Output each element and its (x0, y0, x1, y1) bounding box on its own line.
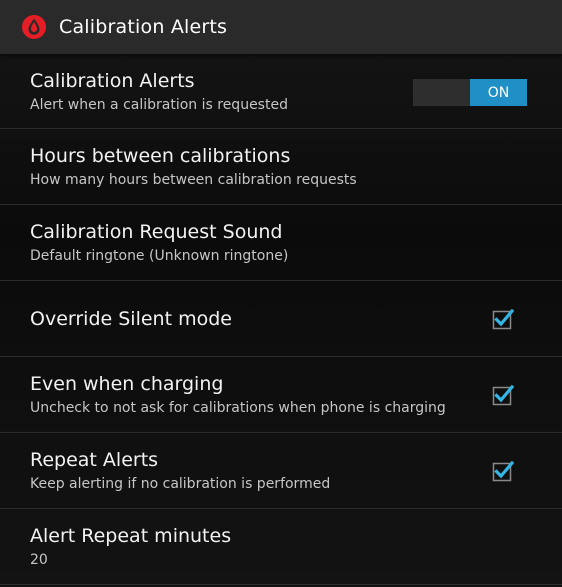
pref-override-silent-mode[interactable]: Override Silent mode (0, 281, 562, 357)
pref-summary: Alert when a calibration is requested (30, 96, 288, 113)
checkmark-icon (492, 384, 515, 405)
pref-title: Repeat Alerts (30, 449, 159, 471)
even-when-charging-checkbox[interactable] (492, 384, 515, 406)
toggle-on-label: ON (470, 79, 527, 106)
pref-alert-repeat-minutes[interactable]: Alert Repeat minutes 20 (0, 509, 562, 585)
pref-title: Calibration Alerts (30, 69, 195, 92)
page-title: Calibration Alerts (59, 16, 228, 38)
action-bar: Calibration Alerts (0, 0, 562, 54)
pref-text: Hours between calibrations How many hour… (30, 144, 462, 189)
pref-title: Calibration Request Sound (30, 221, 283, 243)
pref-even-when-charging[interactable]: Even when charging Uncheck to not ask fo… (0, 357, 562, 433)
pref-text: Calibration Alerts Alert when a calibrat… (30, 69, 462, 114)
pref-summary: Keep alerting if no calibration is perfo… (30, 476, 331, 492)
pref-title: Even when charging (30, 373, 224, 395)
pref-title: Alert Repeat minutes (30, 525, 232, 547)
pref-summary: 20 (30, 552, 48, 568)
pref-title: Hours between calibrations (30, 145, 291, 167)
pref-summary: How many hours between calibration reque… (30, 172, 357, 188)
settings-screen: Calibration Alerts Calibration Alerts Al… (0, 0, 562, 587)
override-silent-checkbox[interactable] (492, 308, 515, 330)
checkmark-icon (492, 460, 515, 481)
checkmark-icon (492, 308, 515, 329)
pref-title: Override Silent mode (30, 307, 232, 330)
pref-text: Even when charging Uncheck to not ask fo… (30, 372, 462, 417)
pref-calibration-request-sound[interactable]: Calibration Request Sound Default ringto… (0, 205, 562, 281)
toggle-off-half (413, 79, 470, 106)
pref-calibration-alerts[interactable]: Calibration Alerts Alert when a calibrat… (0, 54, 562, 129)
calibration-alerts-toggle[interactable]: ON (413, 79, 527, 106)
preference-list: Calibration Alerts Alert when a calibrat… (0, 54, 562, 585)
pref-repeat-alerts[interactable]: Repeat Alerts Keep alerting if no calibr… (0, 433, 562, 509)
pref-text: Override Silent mode (30, 307, 462, 331)
pref-text: Repeat Alerts Keep alerting if no calibr… (30, 448, 462, 493)
pref-hours-between-calibrations[interactable]: Hours between calibrations How many hour… (0, 129, 562, 205)
pref-text: Calibration Request Sound Default ringto… (30, 220, 462, 265)
pref-summary: Uncheck to not ask for calibrations when… (30, 400, 446, 416)
blood-drop-icon[interactable] (21, 14, 47, 40)
pref-summary: Default ringtone (Unknown ringtone) (30, 248, 289, 264)
repeat-alerts-checkbox[interactable] (492, 460, 515, 482)
pref-text: Alert Repeat minutes 20 (30, 524, 462, 569)
